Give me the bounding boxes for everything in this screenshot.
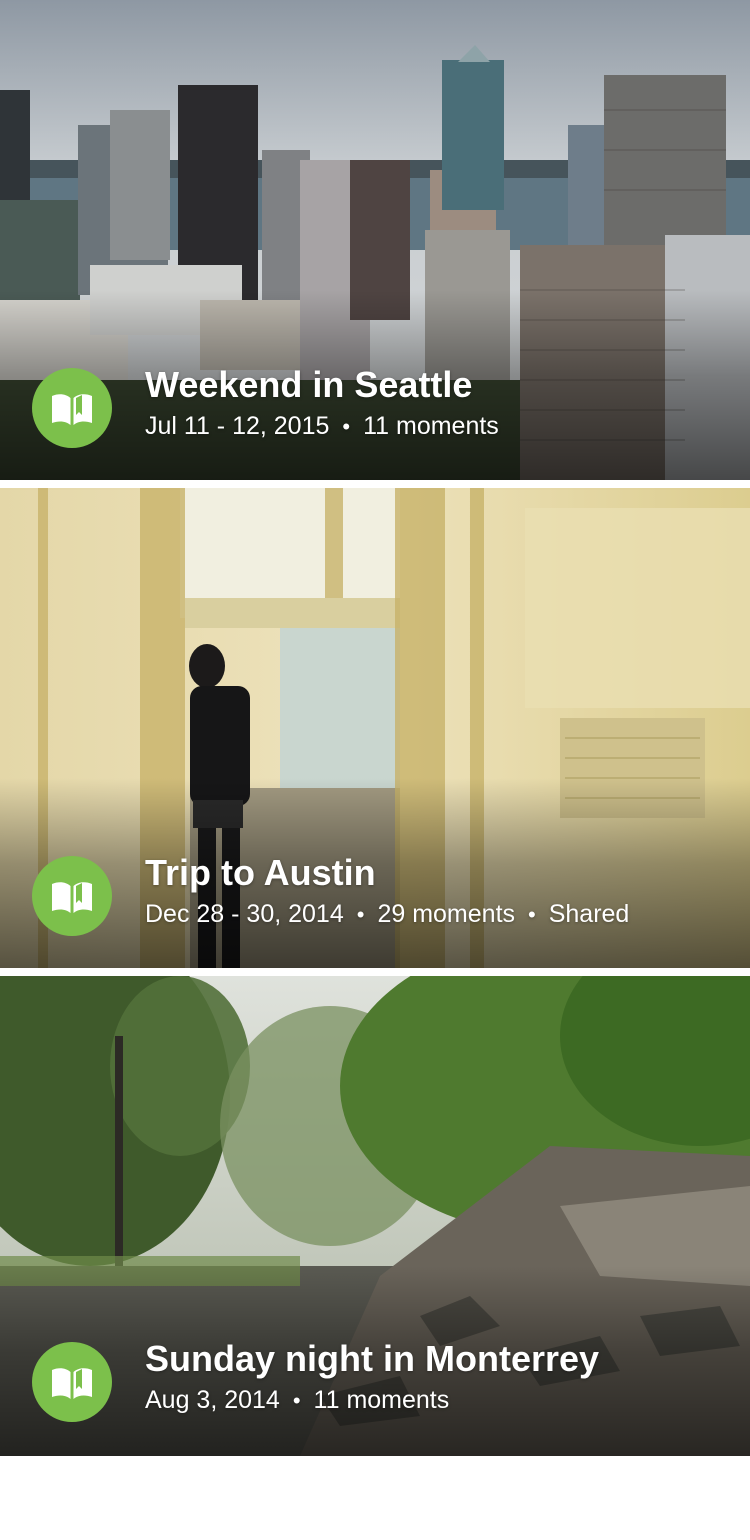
story-date: Jul 11 - 12, 2015 — [145, 412, 330, 440]
story-meta: Jul 11 - 12, 2015 • 11 moments — [145, 410, 730, 443]
meta-separator: • — [528, 902, 536, 927]
story-title: Trip to Austin — [145, 852, 376, 893]
story-text: Weekend in Seattle Jul 11 - 12, 2015 • 11 … — [145, 364, 730, 443]
story-card-weekend-in-seattle[interactable]: Weekend in Seattle Jul 11 - 12, 2015 • 11 … — [0, 0, 750, 480]
story-meta: Aug 3, 2014 • 11 moments — [145, 1384, 730, 1417]
story-title: Sunday night in Monterrey — [145, 1338, 600, 1379]
story-date: Aug 3, 2014 — [145, 1386, 280, 1414]
book-icon — [52, 394, 92, 425]
book-icon — [52, 1368, 92, 1399]
meta-separator: • — [292, 1388, 301, 1413]
story-book-icon — [32, 1342, 112, 1422]
story-text: Sunday night in Monterrey Aug 3, 2014 • 11… — [145, 1338, 730, 1417]
story-title: Weekend in Seattle — [145, 364, 473, 405]
stories-feed: Weekend in Seattle Jul 11 - 12, 2015 • 11 … — [0, 0, 750, 1456]
story-shared-status: Shared — [548, 900, 630, 928]
story-card-trip-to-austin[interactable]: Trip to Austin Dec 28 - 30, 2014 • 29 mome… — [0, 488, 750, 968]
story-moment-count: 11 moments — [313, 1386, 450, 1414]
story-book-icon — [32, 856, 112, 936]
story-moment-count: 29 moments — [377, 900, 516, 928]
story-moment-count: 11 moments — [363, 412, 499, 440]
story-meta: Dec 28 - 30, 2014 • 29 moments • Shared — [145, 898, 730, 931]
meta-separator: • — [356, 902, 365, 927]
story-text: Trip to Austin Dec 28 - 30, 2014 • 29 mome… — [145, 852, 730, 931]
story-date: Dec 28 - 30, 2014 — [145, 900, 344, 928]
book-icon — [52, 882, 92, 913]
meta-separator: • — [342, 414, 351, 439]
story-book-icon — [32, 368, 112, 448]
story-card-sunday-night-in-monterrey[interactable]: Sunday night in Monterrey Aug 3, 2014 • 11… — [0, 976, 750, 1456]
